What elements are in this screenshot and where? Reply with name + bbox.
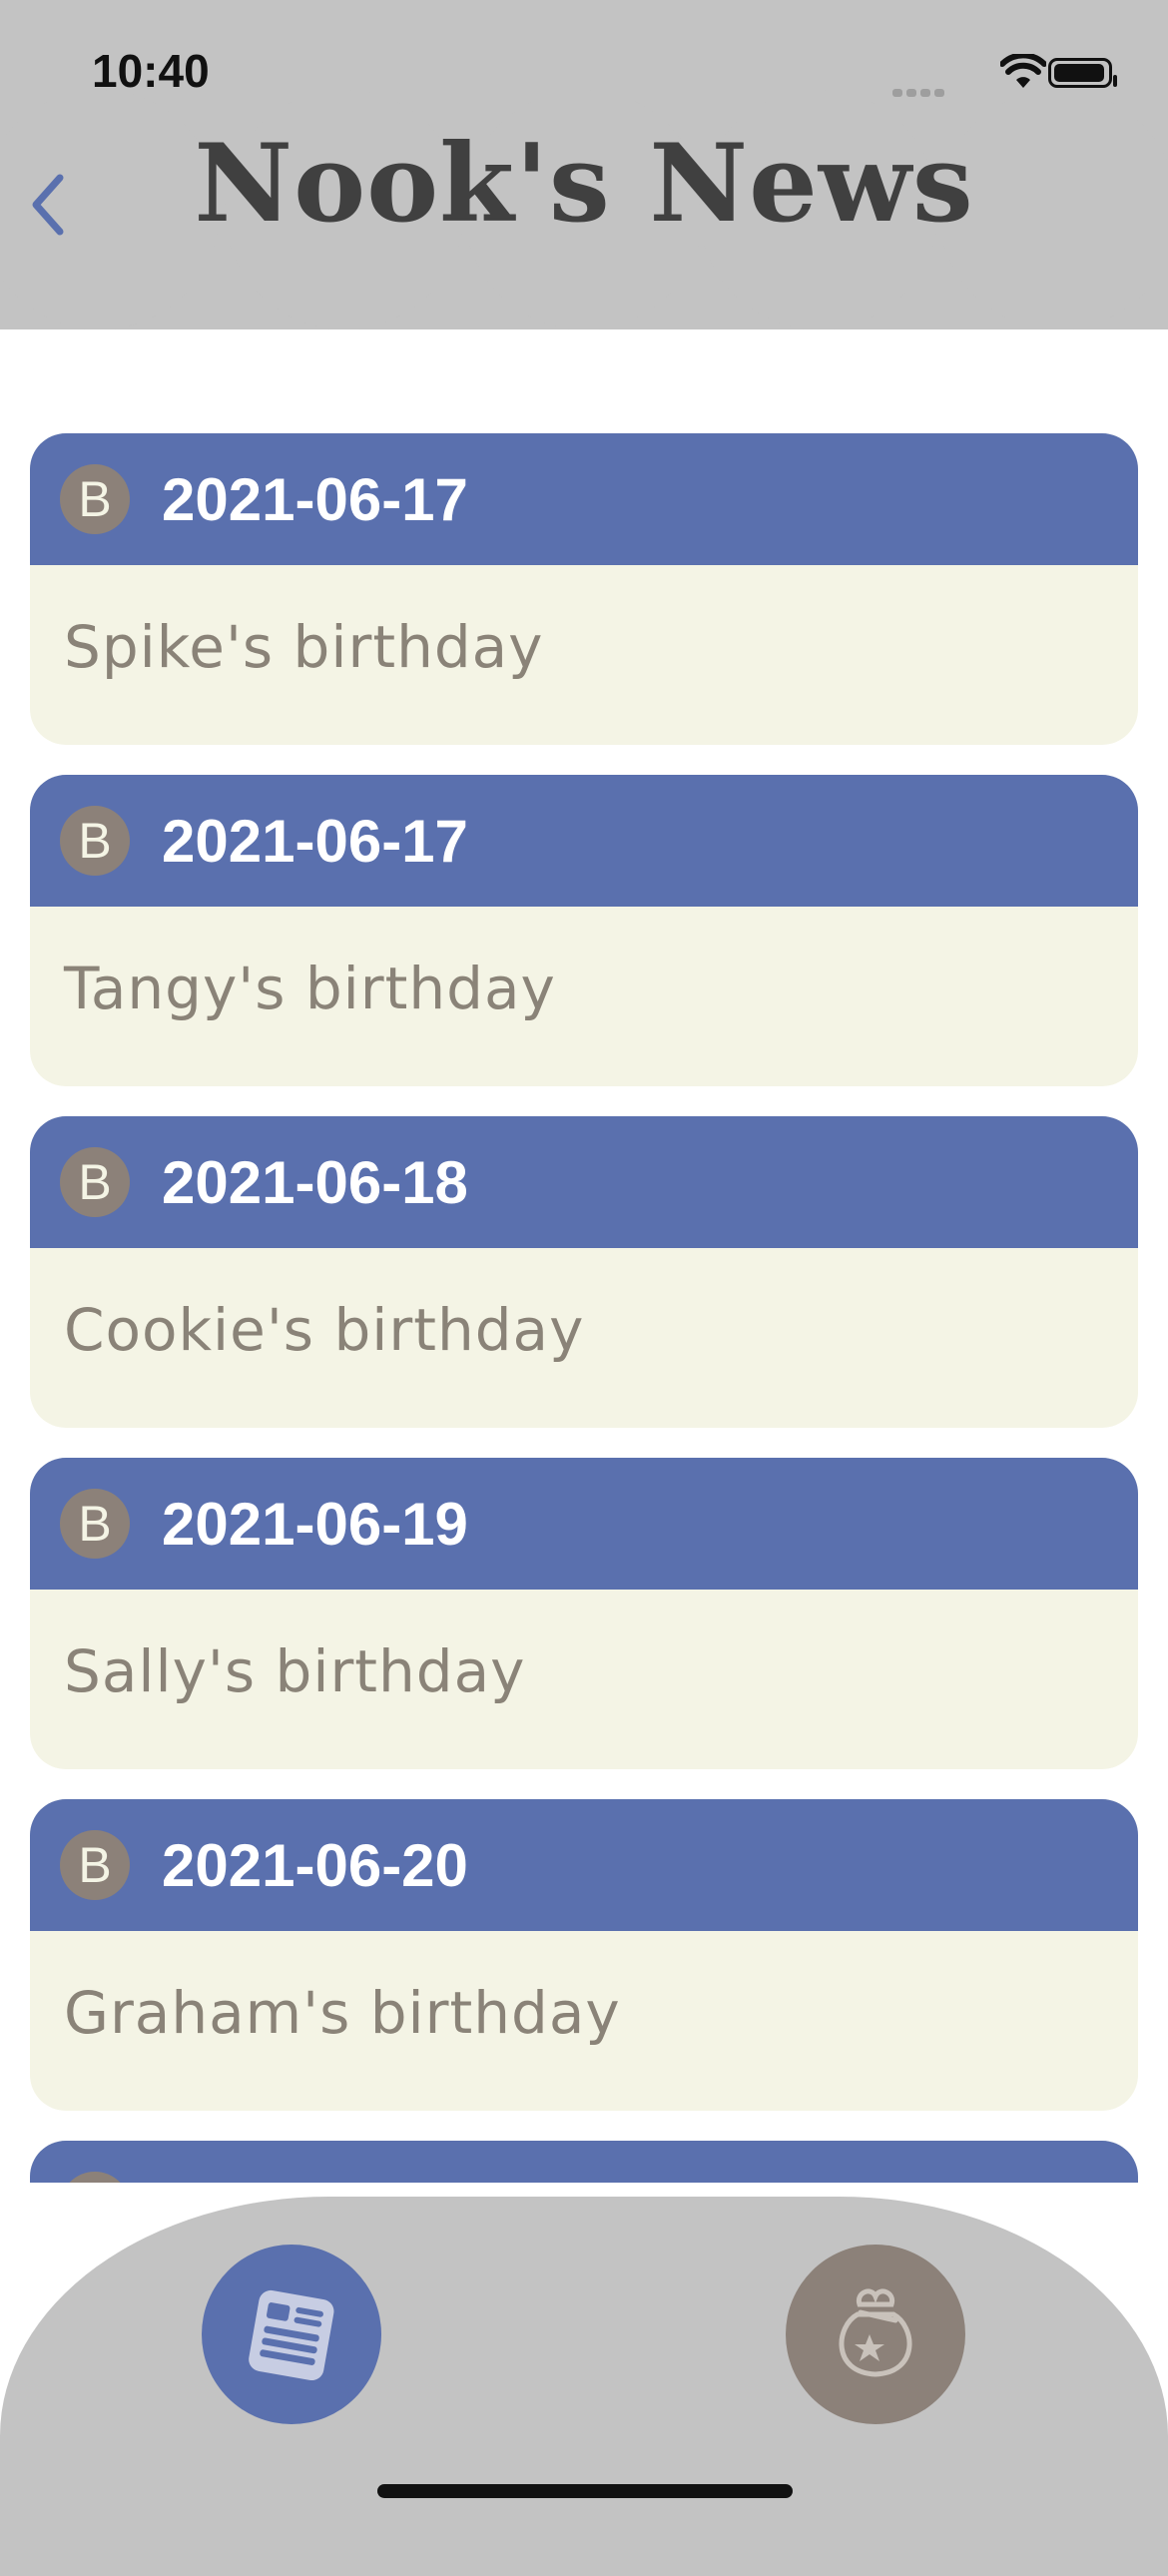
bottom-tab-bar: [0, 2197, 1168, 2576]
news-card-header: B 2021-06-17: [30, 775, 1138, 907]
status-time: 10:40: [92, 45, 210, 97]
birthday-badge-icon: B: [60, 806, 130, 876]
news-list[interactable]: B 2021-06-17 Spike's birthday B 2021-06-…: [30, 433, 1138, 2183]
birthday-badge-icon: B: [60, 1147, 130, 1217]
status-icons: [892, 52, 1117, 102]
tab-news[interactable]: [202, 2245, 381, 2424]
news-card[interactable]: B 2021-06-19 Sally's birthday: [30, 1458, 1138, 1769]
news-date: 2021-06-19: [162, 1491, 468, 1558]
birthday-badge-icon: B: [60, 1830, 130, 1900]
news-card-header: B 2021-06-17: [30, 433, 1138, 565]
home-indicator: [377, 2484, 793, 2498]
birthday-badge-icon: B: [60, 464, 130, 534]
news-date: 2021-06-18: [162, 1149, 468, 1216]
news-text: Tangy's birthday: [64, 955, 556, 1022]
page-title: Nook's News: [194, 121, 974, 247]
news-text: Sally's birthday: [64, 1637, 526, 1705]
news-card[interactable]: B 2021-06-20 Graham's birthday: [30, 1799, 1138, 2111]
newspaper-icon: [249, 2289, 334, 2381]
news-card[interactable]: B 2021-06-17 Spike's birthday: [30, 433, 1138, 745]
news-card-header: B 2021-06-19: [30, 1458, 1138, 1590]
battery-icon: [1048, 58, 1117, 88]
birthday-badge-icon: B: [60, 2172, 130, 2183]
news-date: 2021-06-17: [162, 808, 468, 875]
birthday-badge-icon: B: [60, 1489, 130, 1559]
news-card[interactable]: B 2021-06-17 Tangy's birthday: [30, 775, 1138, 1086]
news-card[interactable]: B: [30, 2141, 1138, 2183]
news-card-header: B 2021-06-18: [30, 1116, 1138, 1248]
news-card-header: B 2021-06-20: [30, 1799, 1138, 1931]
news-card-header: B: [30, 2141, 1138, 2183]
news-text: Spike's birthday: [64, 613, 544, 681]
news-card[interactable]: B 2021-06-18 Cookie's birthday: [30, 1116, 1138, 1428]
tab-bells[interactable]: [786, 2245, 965, 2424]
wifi-icon: [1000, 54, 1046, 88]
news-text: Cookie's birthday: [64, 1296, 585, 1364]
news-date: 2021-06-20: [162, 1832, 468, 1899]
money-bag-icon: [839, 2288, 912, 2377]
news-date: 2021-06-17: [162, 466, 468, 533]
news-text: Graham's birthday: [64, 1979, 621, 2047]
cellular-signal-icon: [892, 82, 948, 101]
